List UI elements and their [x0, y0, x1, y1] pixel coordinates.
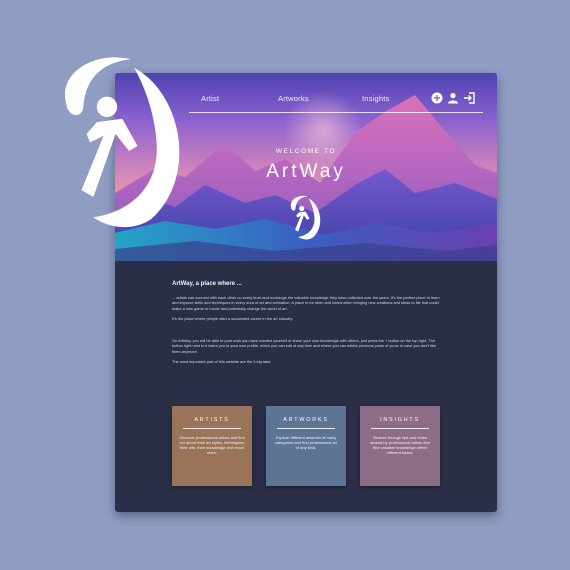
nav-icon-group — [431, 91, 475, 104]
user-icon[interactable] — [447, 91, 459, 104]
nav-link-artworks[interactable]: Artworks — [278, 94, 309, 103]
intro-paragraph: The most important part of this website … — [172, 359, 272, 365]
card-description: Discover professional artists and find o… — [179, 435, 245, 456]
nav-link-artist[interactable]: Artist — [201, 94, 219, 103]
intro-paragraph: It's the place where people start a succ… — [172, 315, 294, 321]
card-divider — [183, 428, 241, 429]
card-title: ARTWORKS — [283, 417, 329, 423]
card-title: INSIGHTS — [380, 417, 420, 423]
add-icon[interactable] — [431, 91, 443, 104]
card-insights[interactable]: INSIGHTS Browse through tips and tricks … — [360, 406, 440, 486]
card-artworks[interactable]: ARTWORKS Explore different artworks of m… — [266, 406, 346, 486]
logout-icon[interactable] — [463, 91, 475, 104]
artway-large-logo-icon — [65, 57, 180, 228]
intro-paragraph: ... artists can connect with each other … — [172, 295, 440, 311]
intro-section: ArtWay, a place where ... ... artists ca… — [172, 281, 442, 369]
card-description: Explore different artworks of many categ… — [274, 435, 338, 451]
card-divider — [277, 428, 335, 429]
card-artists[interactable]: ARTISTS Discover professional artists an… — [172, 406, 252, 486]
artway-logo-icon — [290, 195, 321, 240]
nav-link-insights[interactable]: Insights — [362, 94, 389, 103]
intro-paragraph: On ArtWay, you will be able to post work… — [172, 338, 436, 354]
card-description: Browse through tips and tricks shared by… — [370, 435, 430, 456]
intro-heading: ArtWay, a place where ... — [172, 281, 242, 287]
card-divider — [371, 428, 429, 429]
card-title: ARTISTS — [194, 417, 230, 423]
nav-divider — [189, 112, 483, 113]
